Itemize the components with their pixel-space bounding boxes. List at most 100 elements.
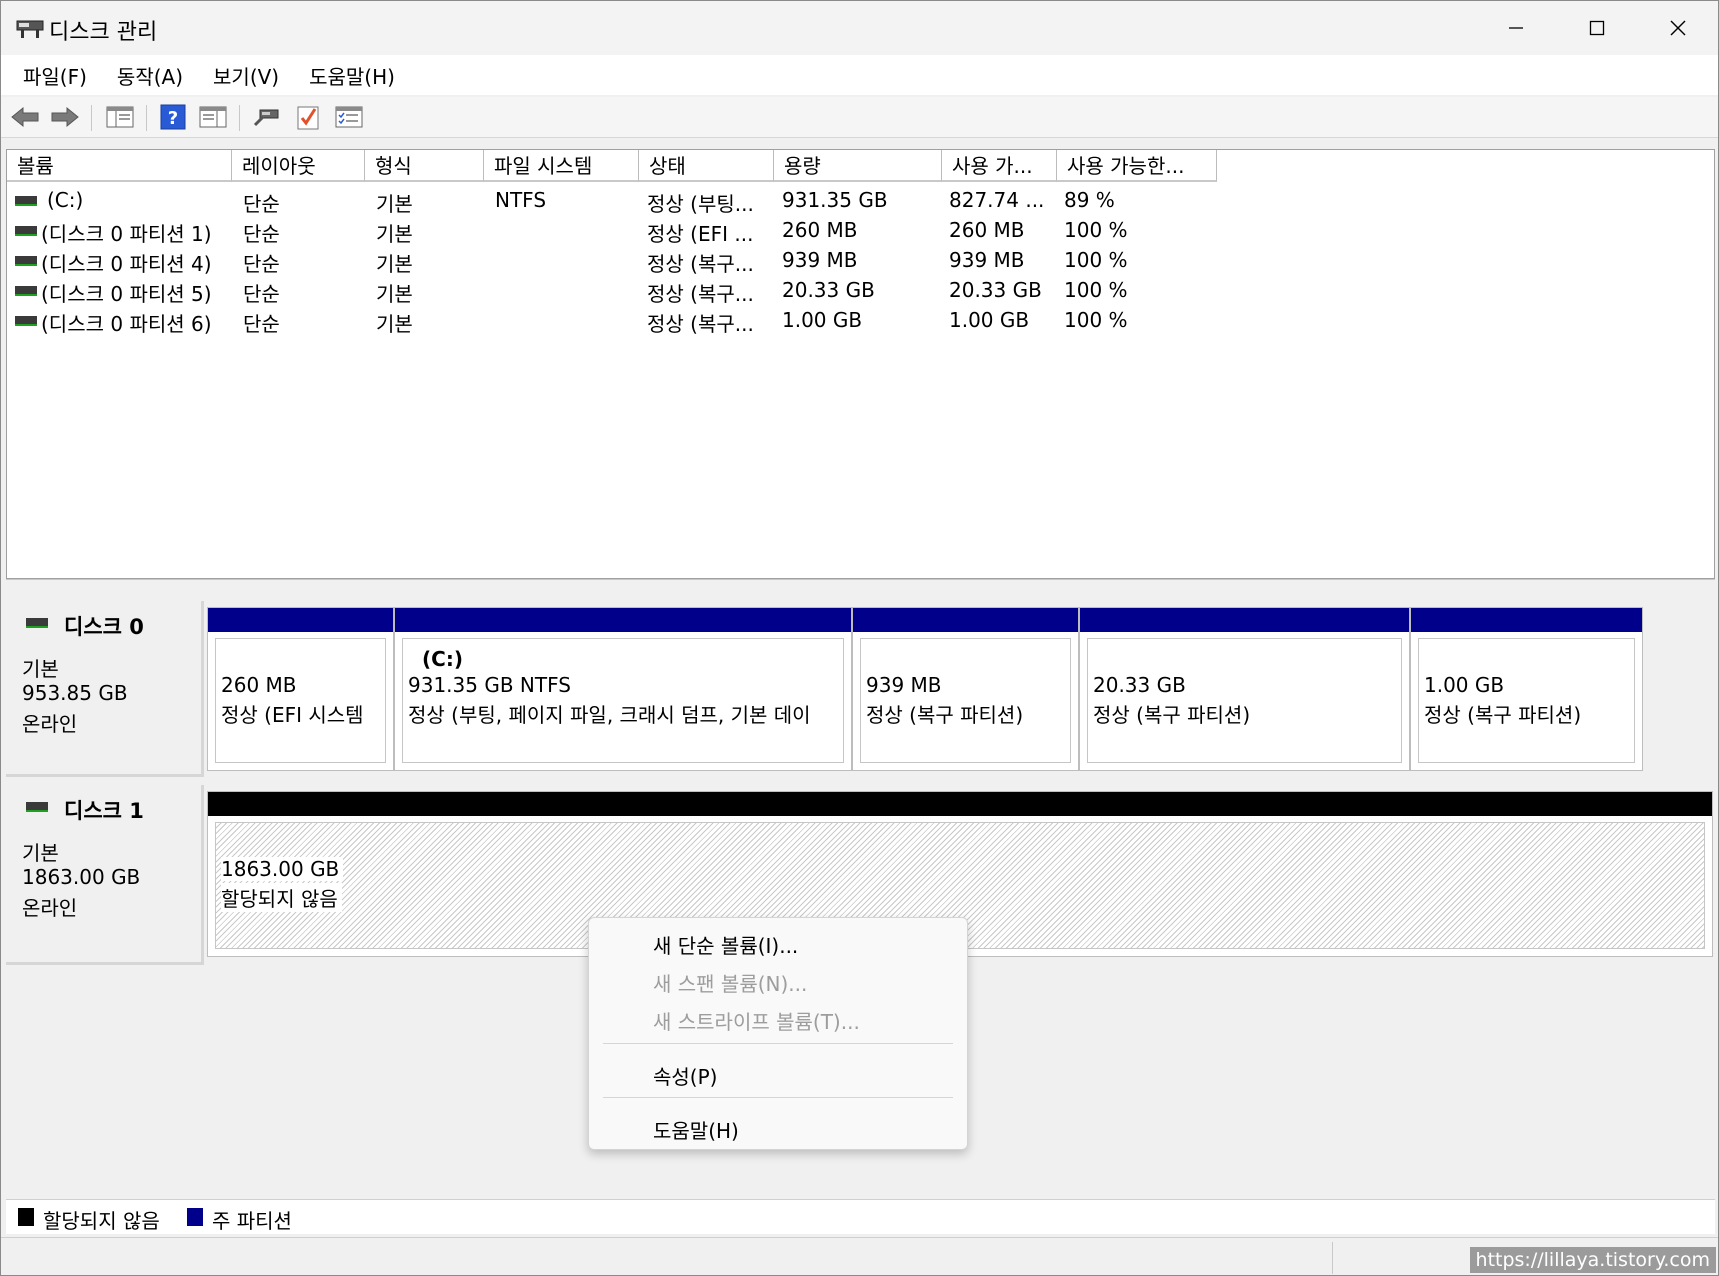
table-row[interactable]: (디스크 0 파티션 1) 단순 기본 정상 (EFI ... 260 MB 2… xyxy=(7,216,1714,246)
type-cell: 기본 xyxy=(376,252,413,276)
partition-status: 정상 (복구 파티션) xyxy=(1093,703,1251,727)
disk-size: 1863.00 GB xyxy=(22,865,141,889)
menu-bar: 파일(F) 동작(A) 보기(V) 도움말(H) xyxy=(1,55,1718,95)
partition-size: 260 MB xyxy=(221,673,297,697)
back-icon[interactable] xyxy=(10,103,40,131)
partition-recovery-2[interactable]: 20.33 GB 정상 (복구 파티션) xyxy=(1079,607,1410,771)
menu-separator xyxy=(603,1043,953,1044)
unallocated-bar xyxy=(208,792,1712,816)
capacity-cell: 931.35 GB xyxy=(782,188,888,212)
disk-name: 디스크 1 xyxy=(64,799,144,823)
volume-name: (디스크 0 파티션 5) xyxy=(41,282,212,306)
partition-status: 할당되지 않음 xyxy=(221,883,342,912)
layout-cell: 단순 xyxy=(243,222,280,246)
minimize-button[interactable] xyxy=(1475,1,1557,55)
partition-title: (C:) xyxy=(422,647,463,671)
primary-partition-bar xyxy=(1080,608,1409,632)
column-header-status[interactable]: 상태 xyxy=(639,150,774,182)
title-bar: 디스크 관리 xyxy=(1,1,1718,55)
partition-efi[interactable]: 260 MB 정상 (EFI 시스템 xyxy=(207,607,394,771)
partition-c[interactable]: (C:) 931.35 GB NTFS 정상 (부팅, 페이지 파일, 크래시 … xyxy=(394,607,852,771)
pane-splitter[interactable] xyxy=(6,579,1715,589)
percent-free-cell: 100 % xyxy=(1064,308,1128,332)
column-header-capacity[interactable]: 용량 xyxy=(774,150,942,182)
status-cell: 정상 (복구... xyxy=(647,312,754,336)
free-space-cell: 939 MB xyxy=(949,248,1025,272)
layout-cell: 단순 xyxy=(243,312,280,336)
table-row[interactable]: (디스크 0 파티션 6) 단순 기본 정상 (복구... 1.00 GB 1.… xyxy=(7,306,1714,336)
partition-size: 1.00 GB xyxy=(1424,673,1505,697)
window-title: 디스크 관리 xyxy=(49,20,158,45)
capacity-cell: 20.33 GB xyxy=(782,278,875,302)
table-row[interactable]: (디스크 0 파티션 5) 단순 기본 정상 (복구... 20.33 GB 2… xyxy=(7,276,1714,306)
status-cell: 정상 (복구... xyxy=(647,282,754,306)
status-bar xyxy=(1,1237,1718,1275)
volume-name: (디스크 0 파티션 4) xyxy=(41,252,212,276)
close-button[interactable] xyxy=(1637,1,1718,55)
menu-help[interactable]: 도움말(H) xyxy=(295,61,409,90)
svg-text:?: ? xyxy=(168,108,178,129)
percent-free-cell: 89 % xyxy=(1064,188,1115,212)
maximize-button[interactable] xyxy=(1556,1,1638,55)
column-header-volume[interactable]: 볼륨 xyxy=(7,150,232,182)
partition-size: 939 MB xyxy=(866,673,942,697)
type-cell: 기본 xyxy=(376,192,413,216)
context-menu: 새 단순 볼륨(I)... 새 스팬 볼륨(N)... 새 스트라이프 볼륨(T… xyxy=(588,917,968,1150)
volume-icon xyxy=(15,256,37,266)
layout-cell: 단순 xyxy=(243,282,280,306)
disk-management-app-icon xyxy=(16,17,44,39)
legend: 할당되지 않음 주 파티션 xyxy=(6,1199,1715,1234)
partition-status: 정상 (복구 파티션) xyxy=(866,703,1024,727)
checklist-icon[interactable] xyxy=(293,103,323,131)
disk-icon xyxy=(26,802,48,812)
menu-item-help[interactable]: 도움말(H) xyxy=(653,1115,739,1144)
column-header-free-space[interactable]: 사용 가... xyxy=(942,150,1057,182)
percent-free-cell: 100 % xyxy=(1064,278,1128,302)
table-row[interactable]: (C:) 단순 기본 NTFS 정상 (부팅... 931.35 GB 827.… xyxy=(7,186,1714,216)
column-header-percent-free[interactable]: 사용 가능한... xyxy=(1057,150,1217,182)
disk-status: 온라인 xyxy=(22,712,78,736)
primary-partition-bar xyxy=(208,608,393,632)
forward-icon[interactable] xyxy=(50,103,80,131)
help-icon[interactable]: ? xyxy=(158,103,188,131)
partition-size: 931.35 GB NTFS xyxy=(408,673,571,697)
disk-1-label[interactable]: 디스크 1 기본 1863.00 GB 온라인 xyxy=(6,785,204,965)
capacity-cell: 1.00 GB xyxy=(782,308,863,332)
free-space-cell: 260 MB xyxy=(949,218,1025,242)
menu-item-new-simple-volume[interactable]: 새 단순 볼륨(I)... xyxy=(653,930,798,959)
disk-type: 기본 xyxy=(22,657,59,681)
disk-management-window: 디스크 관리 파일(F) 동작(A) 보기(V) 도움말(H) ? 볼륨 레이아… xyxy=(0,0,1719,1276)
properties-icon[interactable] xyxy=(334,103,364,131)
menu-view[interactable]: 보기(V) xyxy=(199,61,293,90)
partition-recovery-3[interactable]: 1.00 GB 정상 (복구 파티션) xyxy=(1410,607,1643,771)
capacity-cell: 939 MB xyxy=(782,248,858,272)
unallocated-swatch xyxy=(18,1208,34,1226)
column-header-type[interactable]: 형식 xyxy=(365,150,484,182)
table-row[interactable]: (디스크 0 파티션 4) 단순 기본 정상 (복구... 939 MB 939… xyxy=(7,246,1714,276)
status-cell: 정상 (부팅... xyxy=(647,192,754,216)
free-space-cell: 827.74 ... xyxy=(949,188,1045,212)
disk-type: 기본 xyxy=(22,841,59,865)
free-space-cell: 1.00 GB xyxy=(949,308,1030,332)
layout-cell: 단순 xyxy=(243,192,280,216)
filesystem-cell: NTFS xyxy=(495,188,547,212)
volume-name: (C:) xyxy=(47,188,84,212)
volume-icon xyxy=(15,196,37,206)
legend-primary-label: 주 파티션 xyxy=(212,1209,292,1233)
disk-size: 953.85 GB xyxy=(22,681,128,705)
action-pane-icon[interactable] xyxy=(198,103,228,131)
primary-partition-swatch xyxy=(187,1208,203,1226)
column-header-filesystem[interactable]: 파일 시스템 xyxy=(484,150,639,182)
column-header-layout[interactable]: 레이아웃 xyxy=(232,150,365,182)
menu-item-properties[interactable]: 속성(P) xyxy=(653,1061,717,1090)
connect-icon[interactable] xyxy=(251,103,281,131)
disk-name: 디스크 0 xyxy=(64,615,144,639)
menu-item-new-spanned-volume: 새 스팬 볼륨(N)... xyxy=(653,972,808,996)
percent-free-cell: 100 % xyxy=(1064,218,1128,242)
console-tree-icon[interactable] xyxy=(105,103,135,131)
menu-file[interactable]: 파일(F) xyxy=(9,61,101,90)
menu-action[interactable]: 동작(A) xyxy=(103,61,197,90)
partition-recovery-1[interactable]: 939 MB 정상 (복구 파티션) xyxy=(852,607,1079,771)
primary-partition-bar xyxy=(1411,608,1642,632)
disk-0-label[interactable]: 디스크 0 기본 953.85 GB 온라인 xyxy=(6,601,204,777)
